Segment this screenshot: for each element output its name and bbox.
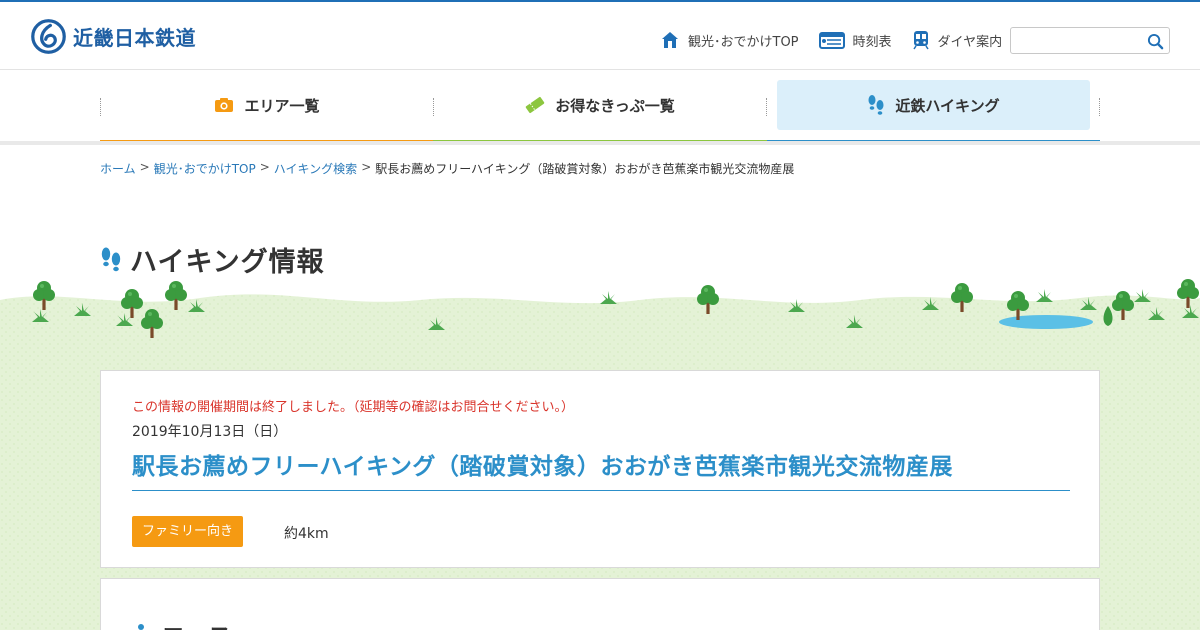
- hiker-icon: [138, 623, 144, 630]
- page-heading: ハイキング情報: [100, 240, 325, 279]
- nav-separator: [433, 98, 434, 116]
- search-input[interactable]: [1011, 28, 1141, 53]
- breadcrumb-separator: >: [259, 160, 270, 174]
- breadcrumb-link-hiking-search[interactable]: ハイキング検索: [274, 160, 357, 177]
- header-link-label: 時刻表: [852, 34, 892, 50]
- breadcrumb-current: 駅長お薦めフリーハイキング（踏破賞対象）おおがき芭蕉楽市観光交流物産展: [375, 162, 795, 176]
- footprints-icon: [101, 247, 121, 271]
- header-links: 観光･おでかけTOP 時刻表 ダイヤ案内: [660, 28, 1022, 52]
- event-distance: 約4km: [284, 526, 329, 542]
- course-heading-label: コース: [161, 617, 232, 630]
- header-link-label: ダイヤ案内: [937, 34, 1003, 50]
- search-box: [1010, 27, 1170, 54]
- nav-tab-label: お得なきっぷ一覧: [555, 96, 675, 115]
- breadcrumb-link-sightseeing-top[interactable]: 観光･おでかけTOP: [154, 160, 256, 177]
- course-heading: コース: [131, 617, 232, 630]
- event-card: この情報の開催期間は終了しました。（延期等の確認はお問合せください。） 2019…: [100, 370, 1100, 568]
- nav-separator: [1099, 98, 1100, 116]
- house-icon: [662, 32, 678, 48]
- timetable-icon: [818, 32, 845, 49]
- global-nav: エリア一覧 お得なきっぷ一覧 近鉄ハイキング: [0, 70, 1200, 144]
- train-icon: [912, 31, 929, 50]
- breadcrumb: ホーム > 観光･おでかけTOP > ハイキング検索 > 駅長お薦めフリーハイキ…: [100, 160, 794, 177]
- nav-separator: [766, 98, 767, 116]
- breadcrumb-link-home[interactable]: ホーム: [100, 160, 136, 177]
- difficulty-badge: ファミリー向き: [132, 516, 244, 547]
- header-link-label: 観光･おでかけTOP: [688, 34, 799, 50]
- site-logo[interactable]: 近畿日本鉄道: [30, 17, 196, 55]
- course-card: コース: [100, 578, 1100, 630]
- nav-tab-area-list[interactable]: エリア一覧: [102, 80, 432, 130]
- ticket-icon: [526, 96, 545, 114]
- header-link-sightseeing-top[interactable]: 観光･おでかけTOP: [660, 30, 799, 50]
- camera-icon: [215, 98, 234, 112]
- header-link-timetable[interactable]: 時刻表: [818, 30, 892, 50]
- header-link-diagram[interactable]: ダイヤ案内: [912, 30, 1003, 50]
- nav-tab-kintetsu-hiking[interactable]: 近鉄ハイキング: [777, 80, 1090, 130]
- search-icon[interactable]: [1147, 33, 1164, 50]
- site-header: 近畿日本鉄道 観光･おでかけTOP 時刻表 ダイヤ案内: [0, 2, 1200, 70]
- nav-separator: [100, 98, 101, 116]
- event-title: 駅長お薦めフリーハイキング（踏破賞対象）おおがき芭蕉楽市観光交流物産展: [132, 447, 1070, 491]
- nav-tab-label: 近鉄ハイキング: [895, 96, 1000, 115]
- footprints-icon: [868, 95, 884, 115]
- breadcrumb-separator: >: [361, 160, 372, 174]
- page-title: ハイキング情報: [130, 247, 325, 278]
- breadcrumb-separator: >: [139, 160, 150, 174]
- kintetsu-logo-icon: [31, 18, 66, 54]
- event-date: 2019年10月13日（日）: [132, 424, 288, 440]
- nav-tab-label: エリア一覧: [244, 96, 320, 115]
- nav-tab-ticket-list[interactable]: お得なきっぷ一覧: [435, 80, 765, 130]
- logo-text: 近畿日本鉄道: [73, 25, 196, 50]
- nav-underline: [0, 141, 1200, 145]
- event-ended-notice: この情報の開催期間は終了しました。（延期等の確認はお問合せください。）: [132, 400, 575, 415]
